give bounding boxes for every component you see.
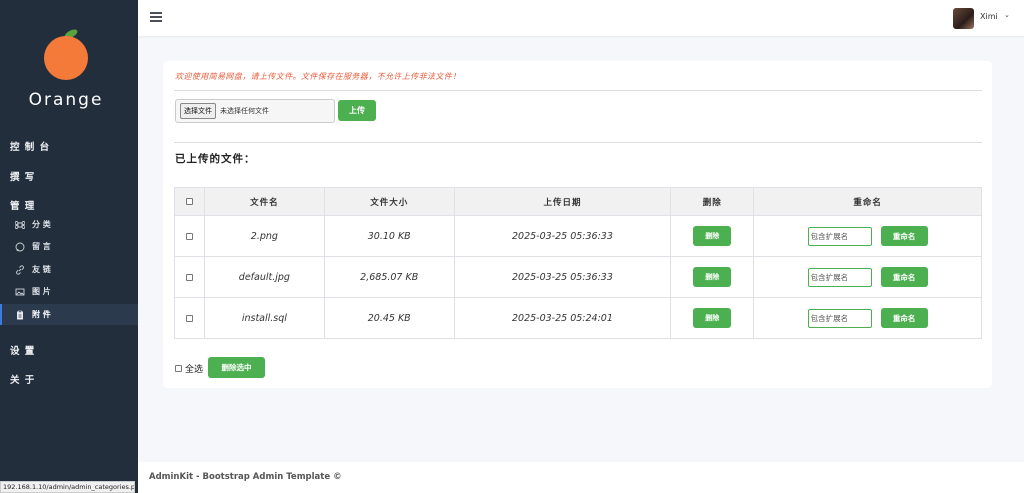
select-all-checkbox[interactable] <box>175 365 182 372</box>
select-cell <box>174 256 205 298</box>
sidebar: Orange 控 制 台 撰 写 管 理 分 类 留 言 友 链 图 片 附 件… <box>0 0 138 493</box>
uploaded-files-heading: 已上传的文件： <box>175 153 256 165</box>
orange-logo-icon[interactable] <box>42 26 90 82</box>
choose-file-button[interactable]: 选择文件 <box>180 103 216 119</box>
upload-date: 2025-03-25 05:36:33 <box>453 215 672 257</box>
image-icon <box>14 286 25 297</box>
username[interactable]: Ximi <box>980 12 998 21</box>
delete-button[interactable]: 删除 <box>693 308 732 328</box>
sidebar-item-about[interactable]: 关 于 <box>10 372 35 386</box>
file-size: 30.10 KB <box>323 215 455 257</box>
footer-credit[interactable]: AdminKit - Bootstrap Admin Template © <box>149 472 342 482</box>
file-status: 未选择任何文件 <box>220 107 269 115</box>
rename-cell: 包含扩展名 重命名 <box>753 256 982 298</box>
chevron-down-icon[interactable]: ⌄ <box>1004 11 1010 19</box>
rename-input[interactable]: 包含扩展名 <box>807 267 872 287</box>
select-cell <box>174 215 205 257</box>
divider <box>174 90 982 91</box>
file-size: 2,685.07 KB <box>323 256 455 298</box>
table-header-row: 文件名 文件大小 上传日期 删除 重命名 <box>174 187 982 216</box>
select-all-control[interactable]: 全选 <box>175 362 203 375</box>
hamburger-menu-icon[interactable] <box>150 12 162 22</box>
avatar[interactable] <box>953 8 974 29</box>
rename-input[interactable]: 包含扩展名 <box>807 308 872 328</box>
message-icon <box>14 241 25 252</box>
status-bar-url: 192.168.1.10/admin/admin_categories.php <box>0 481 135 493</box>
upload-date: 2025-03-25 05:36:33 <box>453 256 672 298</box>
sidebar-item-links[interactable]: 友 链 <box>0 259 138 280</box>
delete-cell: 删除 <box>670 256 755 298</box>
table-row: install.sql 20.45 KB 2025-03-25 05:24:01… <box>174 297 982 339</box>
header-checkbox[interactable] <box>185 197 193 205</box>
link-icon <box>14 264 25 275</box>
sidebar-item-messages[interactable]: 留 言 <box>0 236 138 257</box>
file-input[interactable]: 选择文件 未选择任何文件 <box>175 99 335 123</box>
delete-button[interactable]: 删除 <box>693 267 732 287</box>
column-header-delete: 删除 <box>670 187 755 216</box>
file-name: 2.png <box>203 215 325 257</box>
clipboard-icon <box>14 309 25 320</box>
rename-input[interactable]: 包含扩展名 <box>807 226 872 246</box>
row-checkbox[interactable] <box>185 314 193 322</box>
sidebar-section-manage: 管 理 <box>10 201 36 212</box>
sidebar-item-compose[interactable]: 撰 写 <box>10 169 35 183</box>
row-checkbox[interactable] <box>185 273 193 281</box>
sidebar-item-categories[interactable]: 分 类 <box>0 214 138 235</box>
sidebar-item-images[interactable]: 图 片 <box>0 281 138 302</box>
sidebar-item-label: 分 类 <box>32 220 51 229</box>
delete-selected-button[interactable]: 删除选中 <box>208 357 265 378</box>
table-row: 2.png 30.10 KB 2025-03-25 05:36:33 删除 包含… <box>174 215 982 257</box>
sidebar-item-label: 图 片 <box>32 287 51 296</box>
top-navbar: Ximi ⌄ <box>138 0 1024 36</box>
select-all-label[interactable]: 全选 <box>185 362 203 375</box>
sidebar-item-attachments[interactable]: 附 件 <box>0 304 138 325</box>
footer: AdminKit - Bootstrap Admin Template © <box>138 462 1024 493</box>
upload-button[interactable]: 上传 <box>338 100 376 121</box>
command-icon <box>14 219 25 230</box>
rename-cell: 包含扩展名 重命名 <box>753 215 982 257</box>
sidebar-item-label: 附 件 <box>32 310 51 319</box>
column-header-filename: 文件名 <box>203 187 325 216</box>
rename-cell: 包含扩展名 重命名 <box>753 297 982 339</box>
file-manager-card: 欢迎使用简易网盘，请上传文件。文件保存在服务器，不允许上传非法文件！ 选择文件 … <box>163 61 992 388</box>
files-table: 文件名 文件大小 上传日期 删除 重命名 2.png 30.10 KB 2025… <box>174 187 982 339</box>
delete-cell: 删除 <box>670 297 755 339</box>
delete-cell: 删除 <box>670 215 755 257</box>
upload-date: 2025-03-25 05:24:01 <box>453 297 672 339</box>
rename-button[interactable]: 重命名 <box>880 308 928 328</box>
row-checkbox[interactable] <box>185 232 193 240</box>
rename-button[interactable]: 重命名 <box>880 267 928 287</box>
column-header-rename: 重命名 <box>753 187 982 216</box>
file-name: default.jpg <box>203 256 325 298</box>
sidebar-item-dashboard[interactable]: 控 制 台 <box>10 139 50 153</box>
sidebar-item-settings[interactable]: 设 置 <box>10 343 35 357</box>
select-cell <box>174 297 205 339</box>
delete-button[interactable]: 删除 <box>693 226 732 246</box>
select-column-header <box>174 187 205 216</box>
sidebar-item-label: 友 链 <box>32 265 51 274</box>
file-name: install.sql <box>203 297 325 339</box>
welcome-message: 欢迎使用简易网盘，请上传文件。文件保存在服务器，不允许上传非法文件！ <box>175 72 461 81</box>
divider <box>174 142 982 143</box>
brand-name[interactable]: Orange <box>0 90 132 110</box>
column-header-date: 上传日期 <box>453 187 672 216</box>
rename-button[interactable]: 重命名 <box>880 226 928 246</box>
column-header-size: 文件大小 <box>323 187 455 216</box>
table-row: default.jpg 2,685.07 KB 2025-03-25 05:36… <box>174 256 982 298</box>
file-size: 20.45 KB <box>323 297 455 339</box>
sidebar-item-label: 留 言 <box>32 242 51 251</box>
